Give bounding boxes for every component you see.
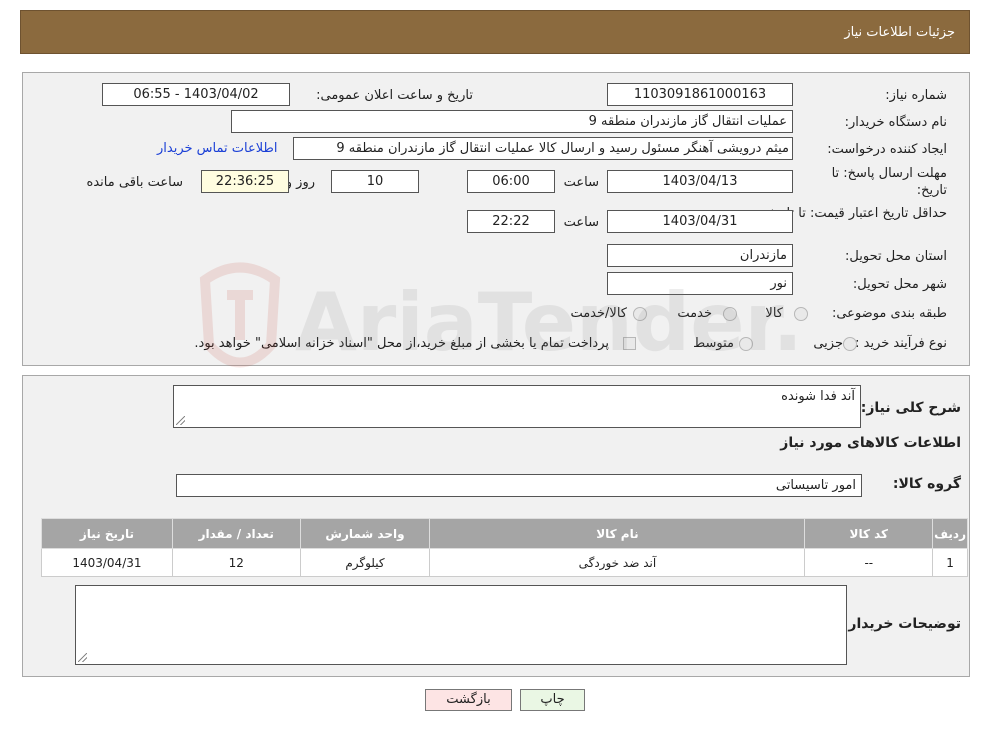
category-label: طبقه بندی موضوعی: [831, 306, 947, 321]
cell-item-name: آند ضد خوردگی [429, 548, 806, 577]
need-number-label: شماره نیاز: [885, 88, 947, 103]
category-option-goods-service: کالا/خدمت [570, 306, 627, 321]
reply-time-field: 06:00 [467, 170, 555, 193]
buyer-org-field: عملیات انتقال گاز مازندران منطقه 9 [231, 110, 793, 133]
process-label: نوع فرآیند خرید : [855, 336, 947, 351]
category-radio-service[interactable] [723, 307, 737, 321]
remaining-time-field: 22:36:25 [201, 170, 289, 193]
col-item-name: نام کالا [429, 518, 806, 549]
process-option-medium: متوسط [693, 336, 734, 351]
city-label: شهر محل تحویل: [852, 277, 947, 292]
category-radio-goods-service[interactable] [633, 307, 647, 321]
cell-row: 1 [932, 548, 968, 577]
category-option-goods: کالا [765, 306, 783, 321]
resize-grip-icon[interactable] [78, 653, 87, 662]
items-table: ردیف کد کالا نام کالا واحد شمارش تعداد /… [41, 518, 968, 577]
reply-deadline-label: مهلت ارسال پاسخ: تا تاریخ: [831, 166, 947, 198]
page-title: جزئیات اطلاعات نیاز [844, 25, 955, 40]
creator-label: ایجاد کننده درخواست: [827, 142, 947, 157]
reply-time-label: ساعت [563, 175, 599, 190]
need-info-panel: شماره نیاز: 1103091861000163 تاریخ و ساع… [22, 72, 970, 366]
category-option-service: خدمت [677, 306, 712, 321]
buyer-notes-textarea[interactable] [75, 585, 847, 665]
col-need-date: تاریخ نیاز [41, 518, 173, 549]
items-table-header: ردیف کد کالا نام کالا واحد شمارش تعداد /… [41, 518, 968, 549]
cell-need-date: 1403/04/31 [41, 548, 173, 577]
validity-time-label: ساعت [563, 215, 599, 230]
resize-grip-icon[interactable] [176, 416, 185, 425]
city-field: نور [607, 272, 793, 295]
col-row: ردیف [932, 518, 968, 549]
category-radio-goods[interactable] [794, 307, 808, 321]
process-radio-minor[interactable] [843, 337, 857, 351]
summary-text: آند فدا شونده [781, 389, 855, 404]
buyer-contact-link[interactable]: اطلاعات تماس خریدار [157, 141, 277, 156]
group-label: گروه کالا: [892, 476, 961, 492]
creator-field: میثم درویشی آهنگر مسئول رسید و ارسال کال… [293, 137, 793, 160]
province-field: مازندران [607, 244, 793, 267]
table-row: 1 -- آند ضد خوردگی کیلوگرم 12 1403/04/31 [41, 548, 968, 577]
validity-time-field: 22:22 [467, 210, 555, 233]
remaining-label: ساعت باقی مانده [86, 175, 183, 190]
col-quantity: تعداد / مقدار [171, 518, 301, 549]
reply-date-field: 1403/04/13 [607, 170, 793, 193]
back-button[interactable]: بازگشت [425, 689, 512, 711]
process-radio-medium[interactable] [739, 337, 753, 351]
cell-unit: کیلوگرم [299, 548, 431, 577]
summary-textarea[interactable]: آند فدا شونده [173, 385, 861, 428]
process-option-minor: جزیی [813, 336, 843, 351]
print-button[interactable]: چاپ [520, 689, 585, 711]
buyer-org-label: نام دستگاه خریدار: [844, 115, 947, 130]
cell-quantity: 12 [171, 548, 301, 577]
province-label: استان محل تحویل: [845, 249, 947, 264]
validity-date-field: 1403/04/31 [607, 210, 793, 233]
page-header: جزئیات اطلاعات نیاز [20, 10, 970, 54]
buyer-notes-label: توضیحات خریدار: [842, 616, 961, 632]
col-unit: واحد شمارش [299, 518, 431, 549]
cell-item-code: -- [804, 548, 934, 577]
process-note: پرداخت تمام یا بخشی از مبلغ خرید،از محل … [194, 336, 609, 351]
need-number-field: 1103091861000163 [607, 83, 793, 106]
need-details-panel: شرح کلی نیاز: آند فدا شونده اطلاعات کالا… [22, 375, 970, 677]
days-field: 10 [331, 170, 419, 193]
days-label: روز و [285, 175, 315, 190]
group-field: امور تاسیساتی [176, 474, 862, 497]
summary-label: شرح کلی نیاز: [860, 400, 961, 416]
items-section-title: اطلاعات کالاهای مورد نیاز [780, 435, 961, 451]
col-item-code: کد کالا [804, 518, 934, 549]
treasury-checkbox[interactable] [623, 337, 636, 350]
announce-datetime-field: 1403/04/02 - 06:55 [102, 83, 290, 106]
announce-label: تاریخ و ساعت اعلان عمومی: [316, 88, 473, 103]
